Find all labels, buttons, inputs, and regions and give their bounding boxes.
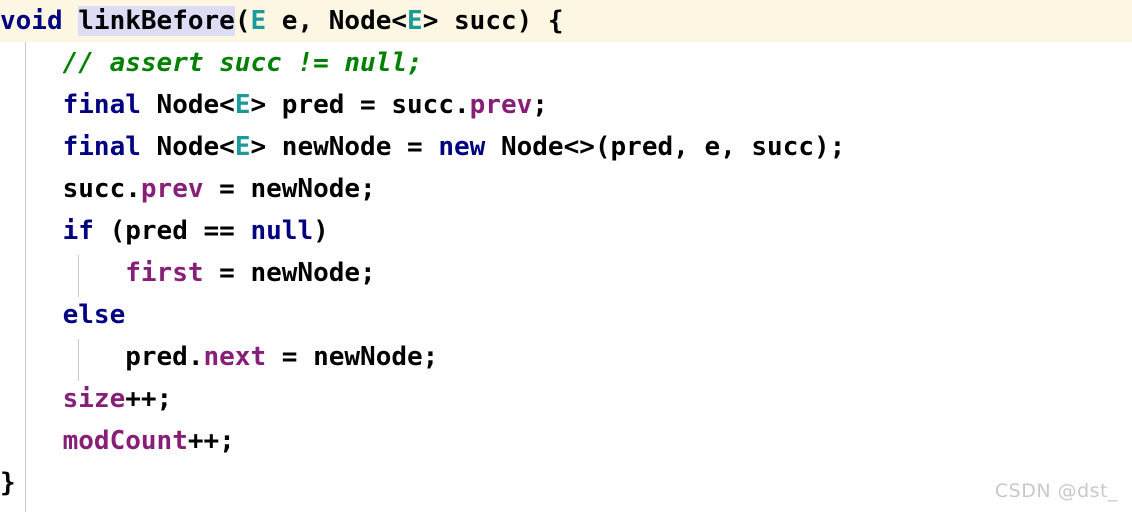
code-token-plain: ++; [125,384,173,414]
code-line[interactable]: final Node<E> pred = succ.prev; [0,84,1132,126]
code-token-plain: } [0,468,16,498]
csdn-watermark: CSDN @dst_ [994,480,1118,502]
code-token-plain: Node< [140,90,235,120]
code-token-plain: Node<>(pred, e, succ); [485,132,846,162]
code-line[interactable]: first = newNode; [0,252,1132,294]
code-token-plain: ++; [187,426,235,456]
code-token-keyword: final [62,132,141,162]
code-token-field: modCount [62,426,188,456]
code-line[interactable]: succ.prev = newNode; [0,168,1132,210]
code-line[interactable]: final Node<E> newNode = new Node<>(pred,… [0,126,1132,168]
code-token-keyword: else [62,300,126,330]
code-line[interactable]: if (pred == null) [0,210,1132,252]
code-line[interactable]: else [0,294,1132,336]
code-viewer[interactable]: void linkBefore(E e, Node<E> succ) { // … [0,0,1132,512]
code-token-field: prev [469,90,533,120]
code-token-plain: > pred = succ. [250,90,470,120]
code-token-punct: ( [234,6,251,36]
code-token-plain: = newNode; [203,174,376,204]
code-token-keyword: final [62,90,141,120]
code-token-plain: = newNode; [266,342,439,372]
code-token-field: prev [140,174,204,204]
code-token-typeparam: E [234,90,251,120]
code-token-plain: succ. [0,174,141,204]
code-token-keyword: if [62,216,94,246]
code-line[interactable]: pred.next = newNode; [0,336,1132,378]
code-token-field: size [62,384,126,414]
code-token-plain: > succ) { [422,6,564,36]
code-token-plain: (pred == [93,216,251,246]
code-token-field: next [203,342,267,372]
code-token-typeparam: E [407,6,423,36]
code-line[interactable]: modCount++; [0,420,1132,462]
code-token-plain: ; [532,90,548,120]
code-line[interactable]: void linkBefore(E e, Node<E> succ) { [0,0,1132,42]
code-token-plain: pred. [0,342,204,372]
code-token-plain: e, [266,6,329,36]
code-line[interactable]: } [0,462,1132,504]
code-token-keyword: new [438,132,486,162]
code-token-plain: ) [313,216,329,246]
code-token-plain: > newNode = [250,132,439,162]
code-token-method: linkBefore [78,6,235,36]
code-token-plain: = newNode; [203,258,376,288]
code-token-keyword: null [250,216,314,246]
code-token-plain: Node< [328,6,408,36]
code-token-plain: Node< [140,132,235,162]
code-token-typeparam: E [250,6,267,36]
code-line[interactable]: size++; [0,378,1132,420]
code-line[interactable]: // assert succ != null; [0,42,1132,84]
code-token-comment: // assert succ != null; [62,48,423,78]
code-token-keyword: void [0,6,63,36]
code-token-typeparam: E [234,132,251,162]
code-token-field: first [125,258,204,288]
